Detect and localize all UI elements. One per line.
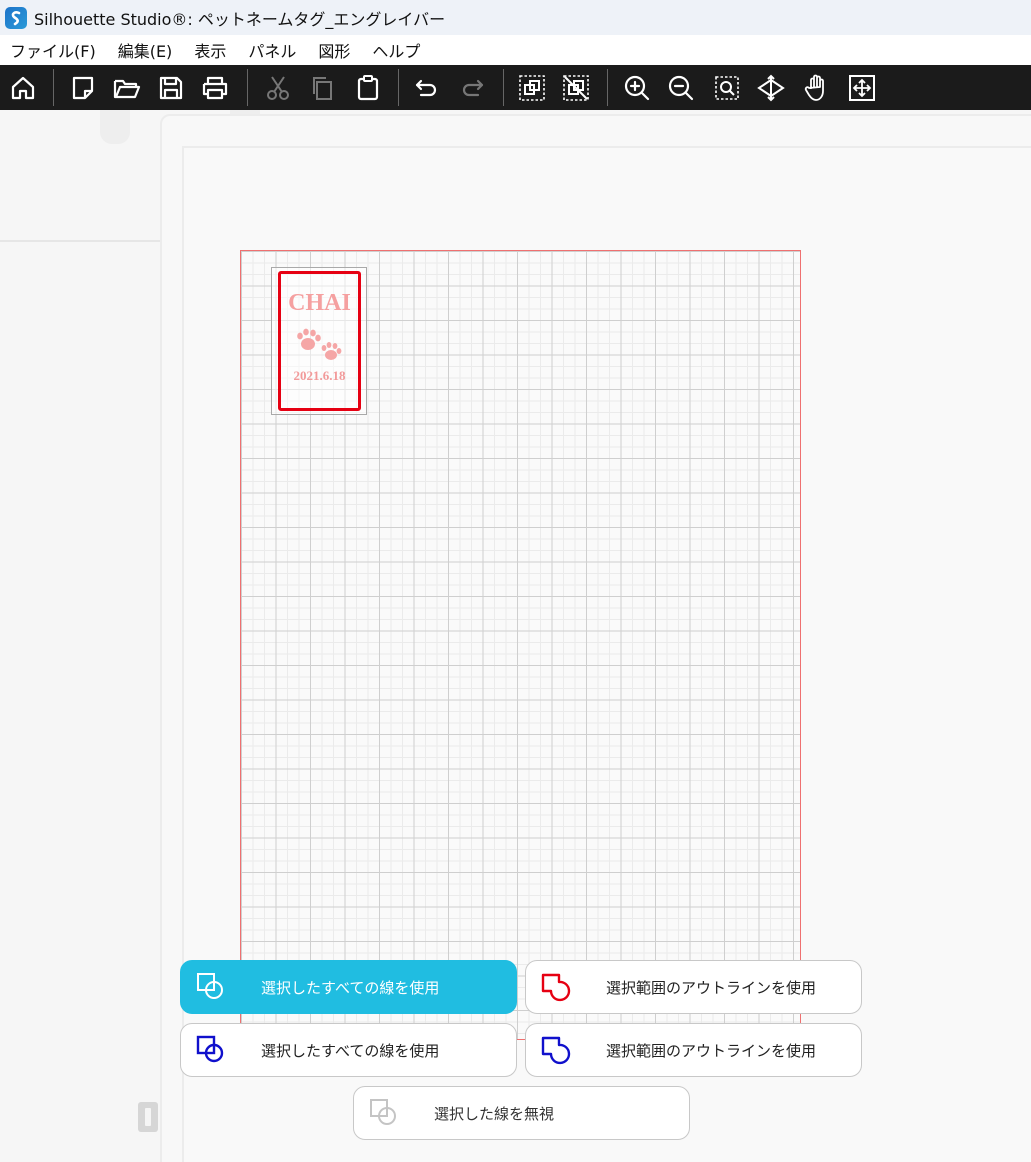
menu-file[interactable]: ファイル(F)	[10, 38, 96, 62]
fit-to-page-icon	[849, 75, 875, 101]
tag-date-text[interactable]: 2021.6.18	[278, 368, 361, 384]
use-all-lines-button-active[interactable]: 選択したすべての線を使用	[180, 960, 517, 1014]
undo-button[interactable]	[410, 71, 444, 105]
silhouette-logo-icon	[5, 6, 27, 29]
use-all-lines-blue-label: 選択したすべての線を使用	[261, 1041, 440, 1060]
zoom-out-icon	[668, 75, 694, 101]
menu-help[interactable]: ヘルプ	[372, 38, 420, 62]
menu-bar: ファイル(F) 編集(E) 表示 パネル 図形 ヘルプ	[0, 35, 1031, 65]
menu-edit[interactable]: 編集(E)	[118, 38, 173, 62]
ungroup-icon	[563, 75, 589, 101]
drag-zoom-button[interactable]	[754, 71, 788, 105]
use-all-lines-blue-button[interactable]: 選択したすべての線を使用	[180, 1023, 517, 1077]
save-icon	[159, 76, 183, 100]
save-button[interactable]	[154, 71, 188, 105]
outline-shape-red-icon	[541, 973, 571, 1002]
home-button[interactable]	[6, 71, 40, 105]
overlap-shapes-gray-icon	[370, 1099, 396, 1125]
zoom-in-button[interactable]	[620, 71, 654, 105]
overlap-shapes-icon	[197, 973, 223, 999]
outline-shape-blue-icon	[541, 1036, 571, 1065]
copy-icon	[313, 77, 332, 100]
use-outline-blue-button[interactable]: 選択範囲のアウトラインを使用	[525, 1023, 862, 1077]
pan-button[interactable]	[800, 71, 834, 105]
folder-open-icon	[113, 79, 141, 99]
window-title: Silhouette Studio®: ペットネームタグ_エングレイバー	[34, 9, 446, 29]
paw-print-icon[interactable]	[293, 325, 349, 365]
panel-divider	[0, 240, 160, 242]
printer-icon	[202, 76, 228, 100]
zoom-out-button[interactable]	[664, 71, 698, 105]
open-button[interactable]	[110, 71, 144, 105]
zoom-selection-button[interactable]	[710, 71, 744, 105]
ungroup-button[interactable]	[559, 71, 593, 105]
use-outline-red-label: 選択範囲のアウトラインを使用	[606, 978, 817, 997]
ignore-selected-lines-label: 選択した線を無視	[434, 1104, 555, 1123]
clipboard-icon	[357, 75, 379, 101]
redo-icon	[462, 79, 484, 97]
toolbar-separator	[53, 69, 54, 106]
zoom-in-icon	[624, 75, 650, 101]
undo-icon	[415, 79, 437, 97]
use-outline-red-button[interactable]: 選択範囲のアウトラインを使用	[525, 960, 862, 1014]
drag-zoom-icon	[757, 74, 785, 102]
title-bar: Silhouette Studio®: ペットネームタグ_エングレイバー	[0, 0, 1031, 35]
copy-button[interactable]	[305, 71, 339, 105]
home-icon	[11, 76, 35, 100]
hand-icon	[804, 74, 824, 101]
print-button[interactable]	[198, 71, 232, 105]
ignore-selected-lines-button[interactable]: 選択した線を無視	[353, 1086, 690, 1140]
new-document-button[interactable]	[66, 71, 100, 105]
fit-to-page-button[interactable]	[845, 71, 879, 105]
panel-collapse-handle[interactable]	[138, 1102, 158, 1132]
use-all-lines-label: 選択したすべての線を使用	[261, 978, 440, 997]
menu-shape[interactable]: 図形	[318, 38, 350, 62]
scissors-icon	[267, 76, 289, 100]
toolbar-separator	[607, 69, 608, 106]
main-toolbar	[0, 65, 1031, 110]
toolbar-separator	[398, 69, 399, 106]
paste-button[interactable]	[351, 71, 385, 105]
group-icon	[519, 75, 545, 101]
cut-button[interactable]	[261, 71, 295, 105]
menu-view[interactable]: 表示	[194, 38, 226, 62]
toolbar-separator	[247, 69, 248, 106]
use-outline-blue-label: 選択範囲のアウトラインを使用	[606, 1041, 817, 1060]
redo-button[interactable]	[455, 71, 489, 105]
panel-tab	[100, 110, 130, 144]
group-button[interactable]	[515, 71, 549, 105]
toolbar-separator	[503, 69, 504, 106]
menu-panel[interactable]: パネル	[248, 38, 296, 62]
new-document-icon	[72, 76, 94, 100]
handle-grip	[145, 1108, 151, 1126]
overlap-shapes-blue-icon	[196, 1035, 224, 1063]
tag-name-text[interactable]: CHAI	[278, 290, 361, 317]
zoom-selection-icon	[715, 76, 739, 100]
